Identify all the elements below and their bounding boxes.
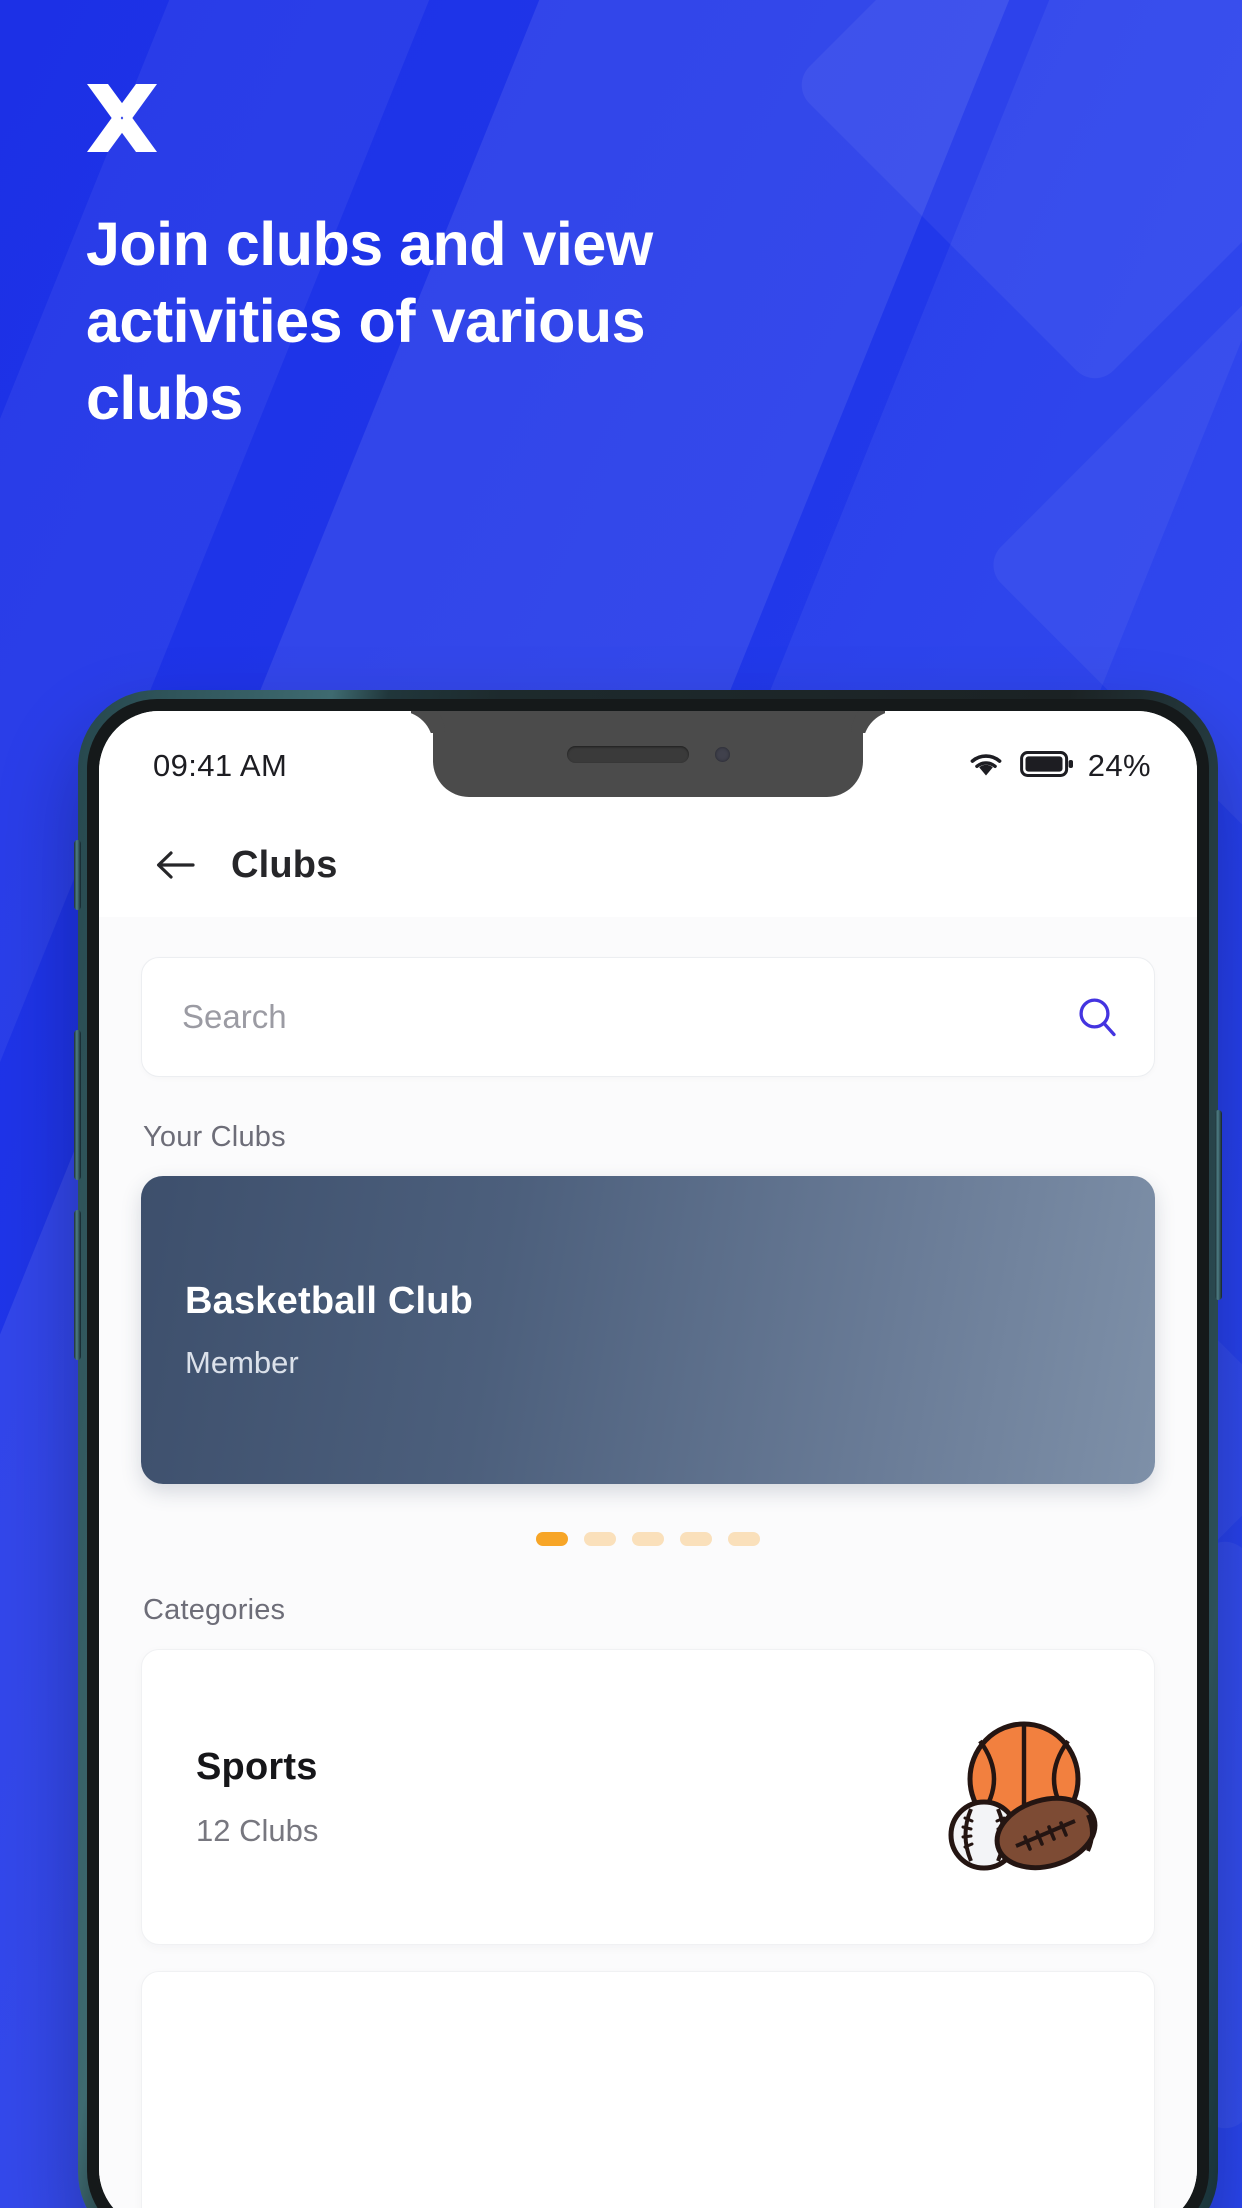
search-section xyxy=(99,917,1197,1077)
category-card-next[interactable] xyxy=(141,1971,1155,2208)
category-name: Sports xyxy=(196,1745,318,1788)
arrow-left-icon[interactable] xyxy=(153,843,197,887)
club-name: Basketball Club xyxy=(185,1279,474,1322)
page-heading: Clubs xyxy=(231,843,338,886)
phone-mockup: 09:41 AM 24% Clubs Search Your Clubs Bas… xyxy=(74,690,1222,2208)
promo-screenshot: Join clubs and view activities of variou… xyxy=(0,0,1242,2208)
battery-percent: 24% xyxy=(1087,748,1151,783)
speaker-grille-icon xyxy=(566,745,689,763)
pagination-dot[interactable] xyxy=(680,1532,712,1546)
club-role: Member xyxy=(185,1344,299,1380)
pagination-dot[interactable] xyxy=(584,1532,616,1546)
volume-up-button[interactable] xyxy=(74,1030,81,1180)
status-bar: 09:41 AM 24% xyxy=(99,711,1197,821)
phone-bezel: 09:41 AM 24% Clubs Search Your Clubs Bas… xyxy=(87,699,1209,2208)
category-card-sports[interactable]: Sports 12 Clubs xyxy=(141,1649,1155,1945)
pagination-dot[interactable] xyxy=(536,1532,568,1546)
x-logo-icon xyxy=(86,80,158,156)
app-header: Clubs xyxy=(99,821,1197,917)
power-button[interactable] xyxy=(1215,1110,1222,1300)
search-icon[interactable] xyxy=(1074,994,1120,1040)
wifi-icon xyxy=(966,748,1006,785)
front-camera-icon xyxy=(714,746,730,762)
sports-balls-icon xyxy=(936,1717,1106,1877)
status-time: 09:41 AM xyxy=(153,748,288,783)
status-indicators: 24% xyxy=(966,748,1151,785)
mute-switch-button[interactable] xyxy=(74,840,81,910)
battery-icon xyxy=(1019,749,1074,784)
search-input[interactable] xyxy=(180,997,1074,1037)
volume-down-button[interactable] xyxy=(74,1210,81,1360)
phone-notch xyxy=(433,711,863,797)
club-card[interactable]: Basketball Club Member xyxy=(141,1176,1155,1484)
categories-label: Categories xyxy=(143,1594,286,1626)
category-text: Sports 12 Clubs xyxy=(196,1746,318,1849)
your-clubs-label: Your Clubs xyxy=(143,1121,286,1153)
pagination-dot[interactable] xyxy=(632,1532,664,1546)
category-count: 12 Clubs xyxy=(196,1812,319,1848)
phone-screen: 09:41 AM 24% Clubs Search Your Clubs Bas… xyxy=(99,711,1197,2208)
search-box[interactable] xyxy=(141,957,1155,1077)
page-title: Join clubs and view activities of variou… xyxy=(86,210,653,432)
carousel-pagination[interactable] xyxy=(99,1484,1197,1550)
pagination-dot[interactable] xyxy=(728,1532,760,1546)
app-content: Your Clubs Basketball Club Member Catego… xyxy=(99,917,1197,2208)
